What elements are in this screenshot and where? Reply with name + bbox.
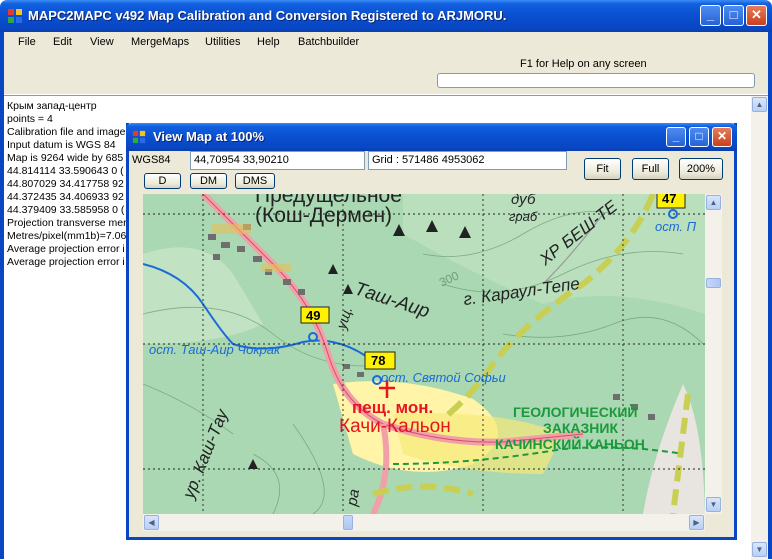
zoom-200-button[interactable]: 200% (679, 158, 723, 180)
map-label-reserve-1: ГЕОЛОГИЧЕСКИЙ (513, 404, 638, 420)
map-label-village-old: (Кош-Дермен) (255, 204, 393, 227)
status-area: F1 for Help on any screen (4, 54, 768, 94)
menu-batchbuilder[interactable]: Batchbuilder (298, 36, 359, 48)
scroll-up-icon[interactable]: ▲ (706, 195, 721, 210)
maximize-button[interactable]: □ (723, 5, 744, 26)
close-button[interactable]: ✕ (746, 5, 767, 26)
full-button[interactable]: Full (632, 158, 669, 180)
minimize-button[interactable]: _ (700, 5, 721, 26)
fit-button[interactable]: Fit (584, 158, 621, 180)
marker-47-label: 47 (662, 194, 677, 206)
menu-mergemaps[interactable]: MergeMaps (131, 36, 189, 48)
map-label-stop-sofia: ост. Святой Софьи (381, 370, 506, 385)
log-line: points = 4 (7, 113, 53, 125)
help-hint: F1 for Help on any screen (520, 58, 647, 70)
map-label-stop-tash-air: ост. Таш-Аир Чокрак (149, 342, 281, 357)
map-viewer-window: View Map at 100% _ □ ✕ WGS84 44,70954 33… (126, 123, 737, 540)
degrees-minutes-seconds-button[interactable]: DMS (235, 173, 275, 189)
window-frame-right (768, 32, 772, 559)
app-icon (8, 9, 22, 23)
log-line: Metres/pixel(mm1b)=7.06 (7, 230, 127, 242)
scroll-right-icon[interactable]: ▶ (689, 515, 704, 530)
map-label-stop-p: ост. П (655, 219, 697, 234)
map-label-reserve-3: КАЧИНСКИЙ КАНЬОН (495, 436, 645, 452)
scroll-up-icon[interactable]: ▲ (752, 97, 767, 112)
log-line: 44.379409 33.585958 0 ( (7, 204, 125, 216)
map-label-reserve-2: ЗАКАЗНИК (543, 420, 619, 436)
viewer-maximize-button[interactable]: □ (689, 127, 709, 147)
menu-help[interactable]: Help (257, 36, 280, 48)
menu-edit[interactable]: Edit (53, 36, 72, 48)
log-line: Map is 9264 wide by 685 (7, 152, 124, 164)
map-label-hornbeam: граб (509, 209, 538, 224)
log-line: 44.814114 33.590643 0 ( (7, 165, 124, 177)
map-viewer-title: View Map at 100% (153, 129, 265, 144)
map-label-monastery: пещ. мон. (352, 398, 434, 417)
datum-label: WGS84 (132, 154, 171, 166)
map-horizontal-scrollbar[interactable]: ◀ ▶ (143, 514, 705, 531)
map-label-kachi-kalon: Качи-Кальон (339, 416, 451, 437)
grid-field[interactable]: Grid : 571486 4953062 (368, 151, 567, 170)
scroll-thumb[interactable] (343, 515, 353, 530)
marker-49-label: 49 (306, 308, 321, 323)
scroll-thumb[interactable] (706, 278, 721, 288)
map-viewer-title-bar[interactable]: View Map at 100% _ □ ✕ (126, 123, 737, 151)
log-line: 44.807029 34.417758 92 (7, 178, 124, 190)
log-line: Average projection error i (7, 256, 125, 268)
log-line: Input datum is WGS 84 (7, 139, 116, 151)
log-line: 44.372435 34.406933 92 (7, 191, 124, 203)
viewer-close-button[interactable]: ✕ (712, 127, 732, 147)
coords-field[interactable]: 44,70954 33,90210 (190, 151, 365, 170)
degrees-button[interactable]: D (144, 173, 181, 189)
log-line: Calibration file and image (7, 126, 126, 138)
log-line: Projection transverse mer (7, 217, 127, 229)
app-title: MAPC2MAPC v492 Map Calibration and Conve… (28, 8, 507, 23)
menu-utilities[interactable]: Utilities (205, 36, 240, 48)
log-scrollbar[interactable]: ▲ ▼ (751, 96, 768, 560)
map-label-oak: дуб (511, 194, 536, 208)
map-vertical-scrollbar[interactable]: ▲ ▼ (705, 194, 722, 514)
map-canvas[interactable]: Предущельное (Кош-Дермен) дуб граб ХР БЕ… (143, 194, 705, 514)
app-icon (132, 130, 146, 144)
marker-78-label: 78 (371, 353, 386, 368)
scroll-left-icon[interactable]: ◀ (144, 515, 159, 530)
scroll-down-icon[interactable]: ▼ (752, 542, 767, 557)
menu-view[interactable]: View (90, 36, 114, 48)
menu-file[interactable]: File (18, 36, 36, 48)
log-line: Крым запад-центр (7, 100, 97, 112)
map-label-ra: ра (343, 487, 364, 508)
log-line: Average projection error i (7, 243, 125, 255)
app-title-bar[interactable]: MAPC2MAPC v492 Map Calibration and Conve… (0, 0, 772, 32)
scroll-down-icon[interactable]: ▼ (706, 497, 721, 512)
menu-bar: File Edit View MergeMaps Utilities Help … (4, 32, 768, 54)
degrees-minutes-button[interactable]: DM (190, 173, 227, 189)
progress-bar (437, 73, 755, 88)
viewer-minimize-button[interactable]: _ (666, 127, 686, 147)
